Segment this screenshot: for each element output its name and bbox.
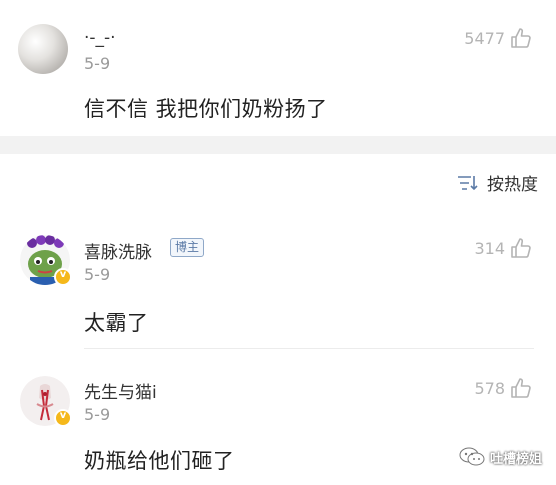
like-button[interactable]: 578 (474, 377, 532, 399)
username[interactable]: 喜脉洗脉 (84, 238, 152, 263)
verified-v-icon: v (54, 268, 72, 286)
thumbs-up-icon (511, 238, 531, 258)
like-count: 5477 (464, 28, 505, 48)
watermark: 吐槽榜姐 (459, 447, 542, 467)
like-count: 578 (474, 378, 505, 398)
comment-date: 5-9 (84, 405, 111, 424)
like-button[interactable]: 5477 (464, 27, 532, 49)
username[interactable]: 先生与猫i (84, 378, 157, 403)
comment-text: 太霸了 (84, 311, 149, 335)
section-separator (0, 136, 556, 154)
comment-item: v 喜脉洗脉 博主 5-9 314 太霸了 (0, 215, 556, 350)
thumbs-up-icon (511, 28, 531, 48)
comment-date: 5-9 (84, 54, 111, 73)
sort-icon (458, 175, 478, 190)
like-count: 314 (474, 238, 505, 258)
sort-by-popularity-button[interactable]: 按热度 (457, 170, 538, 195)
comment-text: 信不信 我把你们奶粉扬了 (84, 97, 328, 121)
comment-divider (84, 348, 534, 349)
like-button[interactable]: 314 (474, 237, 532, 259)
verified-v-icon: v (54, 409, 72, 427)
comment-item: ·-_-· 5-9 5477 信不信 我把你们奶粉扬了 (0, 0, 556, 136)
author-tag: 博主 (170, 238, 205, 257)
username[interactable]: ·-_-· (84, 28, 116, 48)
wechat-icon (459, 447, 485, 466)
comment-date: 5-9 (84, 265, 111, 284)
thumbs-up-icon (511, 378, 531, 398)
avatar[interactable] (18, 24, 68, 74)
comment-text: 奶瓶给他们砸了 (84, 449, 235, 473)
sort-label: 按热度 (487, 175, 538, 195)
watermark-text: 吐槽榜姐 (489, 451, 542, 467)
